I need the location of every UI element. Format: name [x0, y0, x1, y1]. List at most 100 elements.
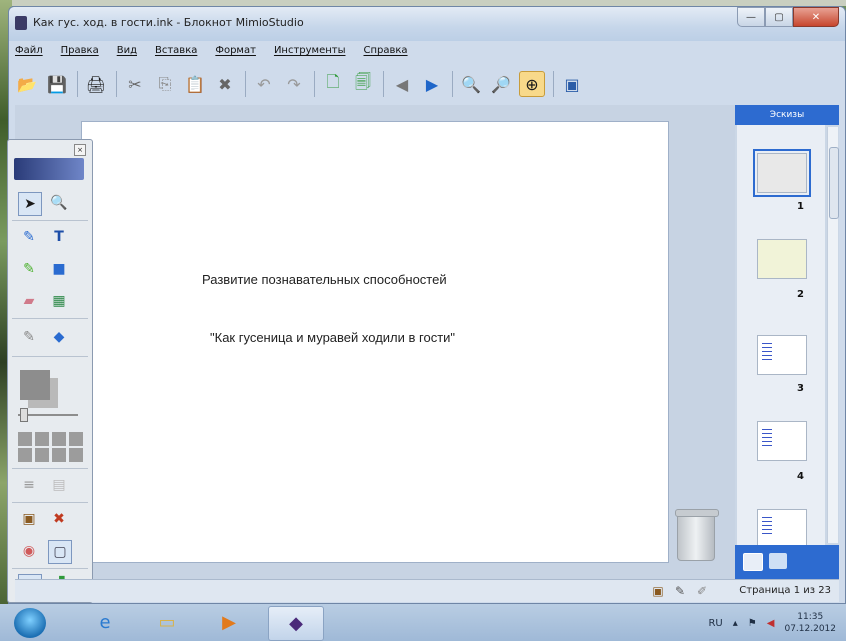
print-icon[interactable]: 🖨 [84, 72, 108, 96]
window-title: Как гус. ход. в гости.ink - Блокнот Mimi… [33, 16, 304, 29]
clock-time: 11:35 [797, 612, 824, 622]
minimize-button[interactable]: — [737, 7, 765, 27]
screen-tool-icon[interactable]: ▢ [48, 540, 72, 564]
menu-file[interactable]: Файл [15, 45, 43, 63]
window-controls: — ▢ ✕ [737, 7, 839, 27]
paste-icon[interactable]: 📋 [183, 72, 207, 96]
menu-format[interactable]: Формат [215, 45, 256, 63]
explorer-taskbar-icon[interactable]: ▭ [140, 606, 194, 639]
eraser-tool-icon[interactable]: ▰ [18, 290, 40, 312]
page-indicator: Страница 1 из 23 [739, 585, 831, 596]
line-style-icon[interactable]: ≡ [18, 474, 40, 496]
dropper-tool-icon[interactable]: ✎ [18, 326, 40, 348]
open-icon[interactable]: 📂 [15, 72, 39, 96]
palette-separator [12, 356, 88, 357]
redo-icon[interactable]: ↷ [282, 72, 306, 96]
toolbar-separator [553, 71, 554, 97]
toolbar-separator [245, 71, 246, 97]
fill-tool-icon[interactable]: ◆ [48, 326, 70, 348]
reveal-tool-icon[interactable]: ◉ [18, 540, 40, 562]
page-subtitle[interactable]: "Как гусеница и муравей ходили в гости" [210, 330, 455, 345]
tools-palette: × ➤ 🔍 ✎ T ✎ ■ ▰ ▦ ✎ ◆ ≡ ▤ ▣ ✖ ◉ ▢ ◈ ▞ [7, 139, 93, 603]
thumbnail-label: 4 [797, 471, 804, 482]
zoom-fit-icon[interactable]: ⊕ [519, 71, 545, 97]
network-icon[interactable]: ⚑ [748, 618, 757, 629]
close-button[interactable]: ✕ [793, 7, 839, 27]
ie-taskbar-icon[interactable]: e [78, 606, 132, 639]
page-heading[interactable]: Развитие познавательных способностей [202, 272, 447, 287]
zoom-out-icon[interactable]: 🔎 [489, 72, 513, 96]
clock[interactable]: 11:35 07.12.2012 [784, 611, 836, 635]
menu-tools[interactable]: Инструменты [274, 45, 346, 63]
thumbnail-page-1[interactable] [753, 149, 811, 197]
start-button[interactable] [14, 608, 46, 638]
view-icon[interactable]: ▣ [560, 72, 584, 96]
thumbnail-label: 3 [797, 383, 804, 394]
thumbnail-page-2[interactable] [757, 239, 807, 279]
pen-preview [14, 158, 84, 180]
palette-close-icon[interactable]: × [74, 144, 86, 156]
thumbnails-tab-icon[interactable] [743, 553, 763, 571]
text-tool-icon[interactable]: T [48, 226, 70, 248]
thumbnail-label: 2 [797, 289, 804, 300]
menu-insert[interactable]: Вставка [155, 45, 197, 63]
mimio-studio-taskbar-icon[interactable]: ◆ [268, 606, 324, 641]
next-page-icon[interactable]: ▶ [420, 72, 444, 96]
status-bar: ▣ ✎ ✐ Страница 1 из 23 [15, 579, 839, 602]
image-tool-icon[interactable]: ▦ [48, 290, 70, 312]
language-indicator[interactable]: RU [708, 618, 722, 629]
fill-style-icon[interactable]: ▤ [48, 474, 70, 496]
undo-icon[interactable]: ↶ [252, 72, 276, 96]
palette-separator [12, 502, 88, 503]
thumbnails-scrollbar[interactable] [827, 127, 839, 543]
thumbnail-page-4[interactable] [757, 421, 807, 461]
title-bar[interactable]: Как гус. ход. в гости.ink - Блокнот Mimi… [9, 7, 845, 41]
toolbar-separator [77, 71, 78, 97]
toolbar-separator [314, 71, 315, 97]
menu-bar: Файл Правка Вид Вставка Формат Инструмен… [15, 45, 408, 63]
menu-view[interactable]: Вид [117, 45, 137, 63]
scrollbar-thumb[interactable] [829, 147, 839, 219]
toolbar-separator [452, 71, 453, 97]
menu-edit[interactable]: Правка [61, 45, 99, 63]
thumbnail-page-5[interactable] [757, 509, 807, 545]
media-player-taskbar-icon[interactable]: ▶ [202, 606, 256, 639]
maximize-button[interactable]: ▢ [765, 7, 793, 27]
select-tool-icon[interactable]: ➤ [18, 192, 42, 216]
highlighter-status-icon[interactable]: ✐ [695, 584, 709, 598]
save-icon[interactable]: 💾 [45, 72, 69, 96]
notebook-page[interactable]: Развитие познавательных способностей "Ка… [81, 121, 669, 563]
shape-tool-icon[interactable]: ■ [48, 258, 70, 280]
work-area: Развитие познавательных способностей "Ка… [15, 105, 735, 579]
gallery-status-icon[interactable]: ▣ [651, 584, 665, 598]
tray-expand-icon[interactable]: ▴ [733, 618, 738, 629]
thumbnails-panel: Эскизы 1 2 3 4 [735, 105, 839, 579]
color-swatch[interactable] [20, 370, 50, 400]
delete-icon[interactable]: ✖ [213, 72, 237, 96]
duplicate-page-icon[interactable]: 🗐 [351, 72, 375, 96]
thumbnail-page-3[interactable] [757, 335, 807, 375]
volume-icon[interactable]: ◀ [767, 618, 775, 629]
thumbnail-list[interactable]: 1 2 3 4 [737, 125, 825, 545]
clock-date: 07.12.2012 [784, 624, 836, 634]
gallery-tool-icon[interactable]: ▣ [18, 508, 40, 530]
palette-separator [12, 468, 88, 469]
pen-tool-icon[interactable]: ✎ [18, 226, 40, 248]
trash-can-icon[interactable] [675, 509, 719, 561]
add-page-icon[interactable]: 🗋 [321, 72, 345, 96]
copy-icon[interactable]: ⎘ [153, 72, 177, 96]
pen-status-icon[interactable]: ✎ [673, 584, 687, 598]
zoom-tool-icon[interactable]: 🔍 [48, 192, 70, 214]
toolbar-separator [383, 71, 384, 97]
cut-icon[interactable]: ✂ [123, 72, 147, 96]
palette-separator [12, 318, 88, 319]
gallery-tab-icon[interactable] [769, 553, 787, 569]
tools-menu-icon[interactable]: ✖ [48, 508, 70, 530]
palette-separator [12, 220, 88, 221]
menu-help[interactable]: Справка [364, 45, 408, 63]
zoom-in-icon[interactable]: 🔍 [459, 72, 483, 96]
prev-page-icon[interactable]: ◀ [390, 72, 414, 96]
thickness-slider-handle[interactable] [20, 408, 28, 422]
color-palette-grid[interactable] [18, 432, 84, 462]
highlighter-tool-icon[interactable]: ✎ [18, 258, 40, 280]
